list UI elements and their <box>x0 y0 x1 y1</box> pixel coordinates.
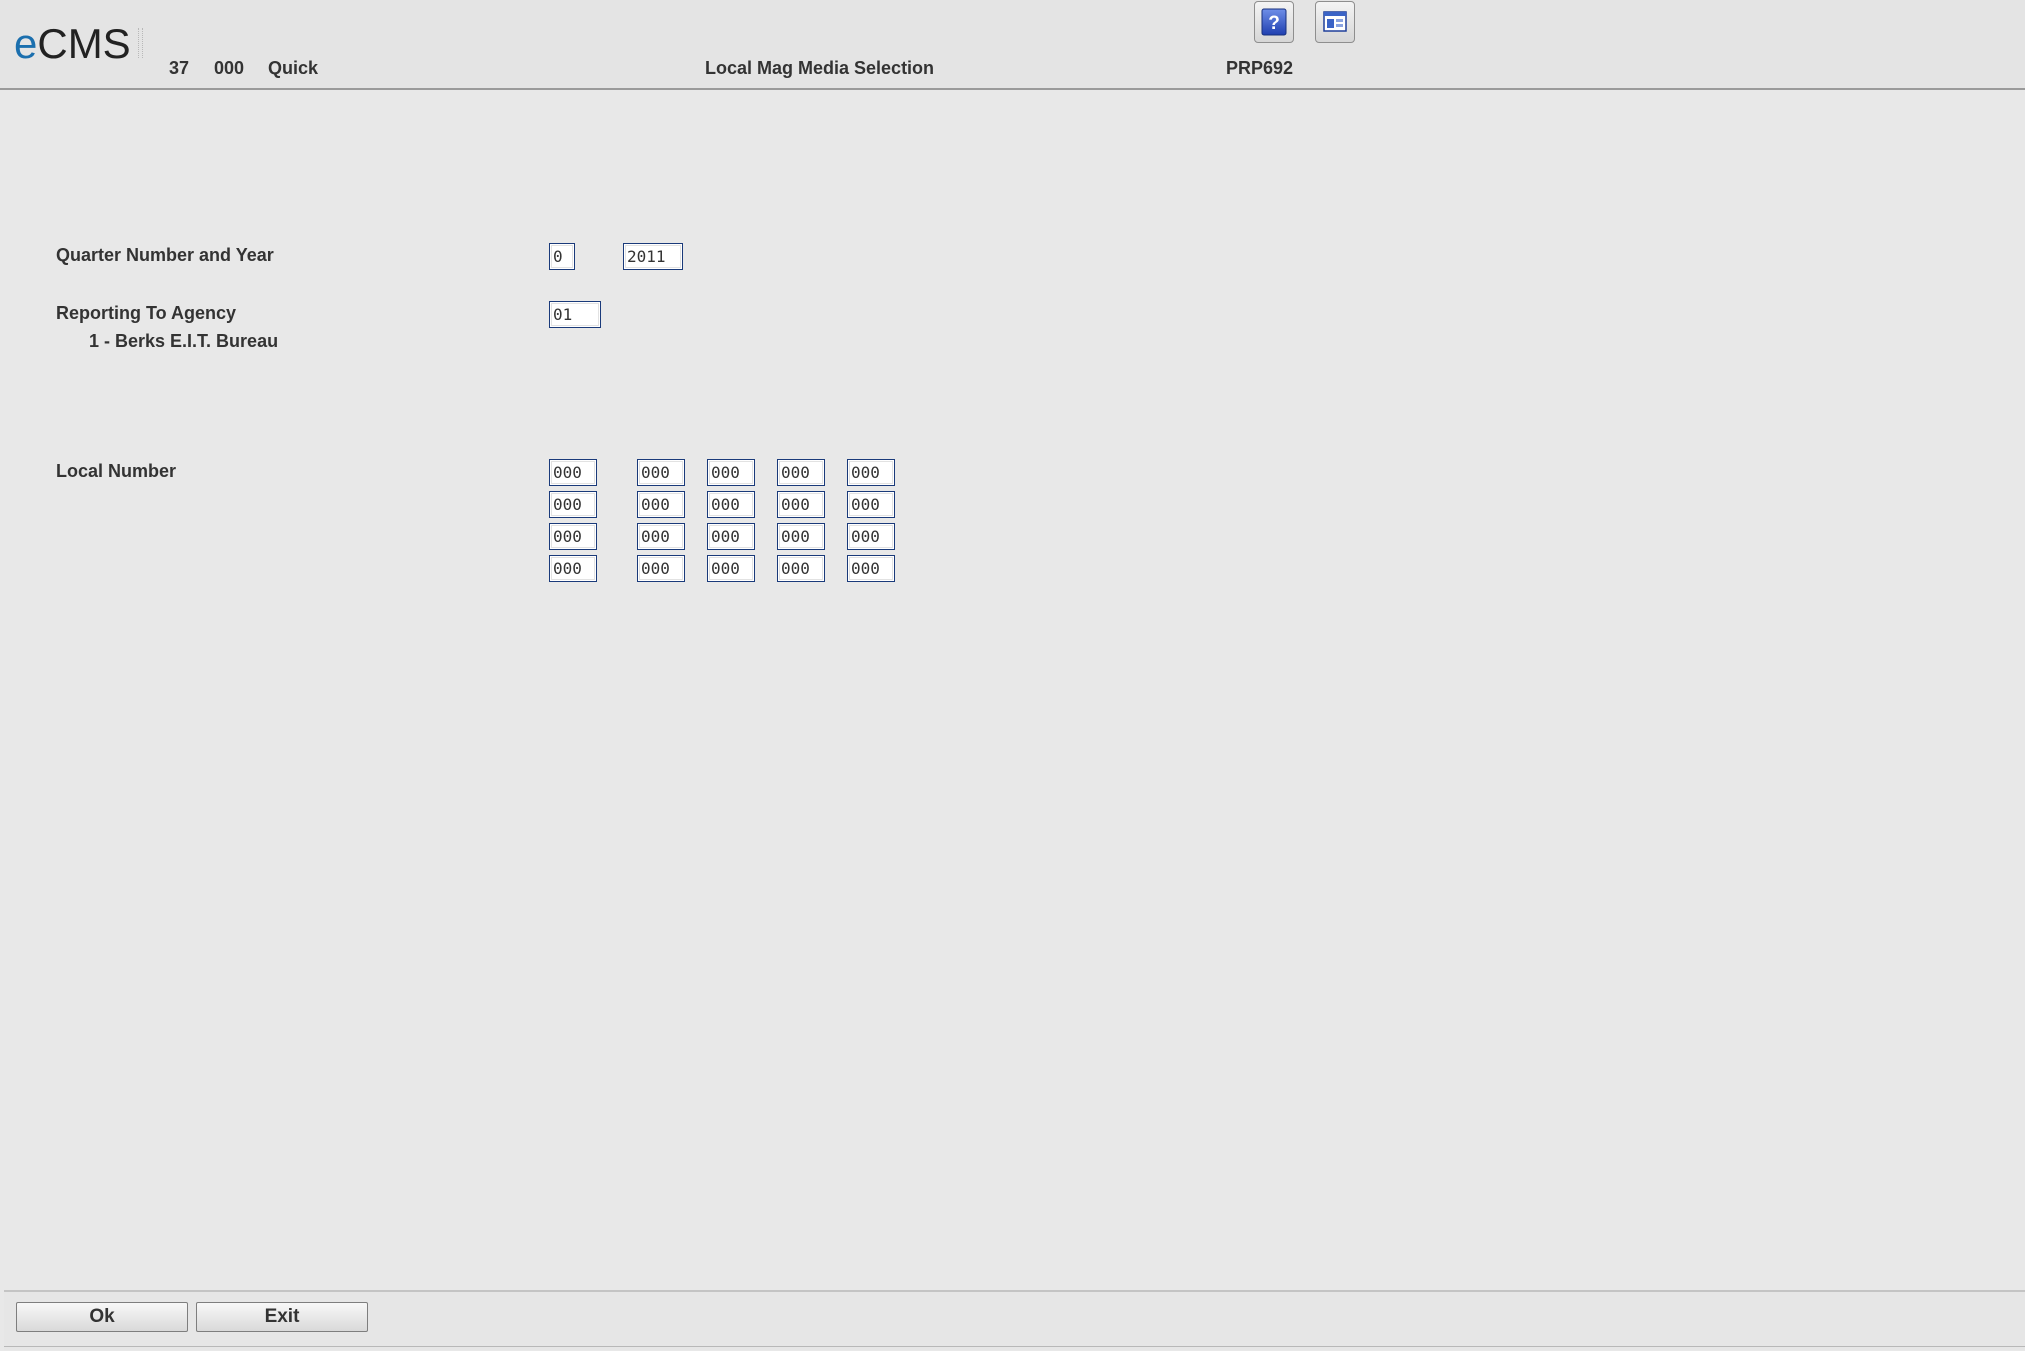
local-number-field[interactable]: 000 <box>637 555 685 582</box>
local-number-label: Local Number <box>56 461 177 481</box>
local-number-field[interactable]: 000 <box>707 523 755 550</box>
local-number-field[interactable]: 000 <box>777 491 825 518</box>
window-button[interactable] <box>1315 1 1355 43</box>
local-number-field[interactable]: 000 <box>707 491 755 518</box>
mode-label: Quick <box>268 58 319 78</box>
logo-divider <box>138 28 143 58</box>
local-number-field[interactable]: 000 <box>549 459 597 486</box>
local-number-field[interactable]: 000 <box>549 491 597 518</box>
ok-button[interactable]: Ok <box>16 1302 188 1332</box>
app-header: eCMS 37 000 Quick Local Mag Media Select… <box>0 0 2025 90</box>
agency-description: 1 - Berks E.I.T. Bureau <box>89 331 279 351</box>
local-number-field[interactable]: 000 <box>637 459 685 486</box>
quarter-number-field[interactable]: 0 <box>549 243 575 270</box>
local-number-field[interactable]: 000 <box>549 555 597 582</box>
agency-field[interactable]: 01 <box>549 301 601 328</box>
local-number-field[interactable]: 000 <box>637 491 685 518</box>
local-number-field[interactable]: 000 <box>847 523 895 550</box>
svg-text:?: ? <box>1268 13 1280 34</box>
page-title: Local Mag Media Selection <box>705 58 935 78</box>
local-number-field[interactable]: 000 <box>847 459 895 486</box>
local-number-field[interactable]: 000 <box>707 555 755 582</box>
local-number-field[interactable]: 000 <box>549 523 597 550</box>
local-number-field[interactable]: 000 <box>777 459 825 486</box>
exit-button[interactable]: Exit <box>196 1302 368 1332</box>
footer-divider <box>4 1346 2025 1351</box>
division-number: 000 <box>214 58 245 78</box>
year-field[interactable]: 2011 <box>623 243 683 270</box>
local-number-field[interactable]: 000 <box>707 459 755 486</box>
ecms-logo: eCMS <box>14 20 131 67</box>
local-number-field[interactable]: 000 <box>637 523 685 550</box>
quarter-year-label: Quarter Number and Year <box>56 245 274 265</box>
help-icon: ? <box>1261 8 1287 36</box>
company-number: 37 <box>169 58 190 78</box>
window-icon <box>1323 11 1347 32</box>
local-number-field[interactable]: 000 <box>777 555 825 582</box>
local-number-field[interactable]: 000 <box>847 491 895 518</box>
help-button[interactable]: ? <box>1254 1 1294 43</box>
program-id: PRP692 <box>1226 58 1294 78</box>
agency-label: Reporting To Agency <box>56 303 236 323</box>
local-number-field[interactable]: 000 <box>847 555 895 582</box>
local-number-field[interactable]: 000 <box>777 523 825 550</box>
